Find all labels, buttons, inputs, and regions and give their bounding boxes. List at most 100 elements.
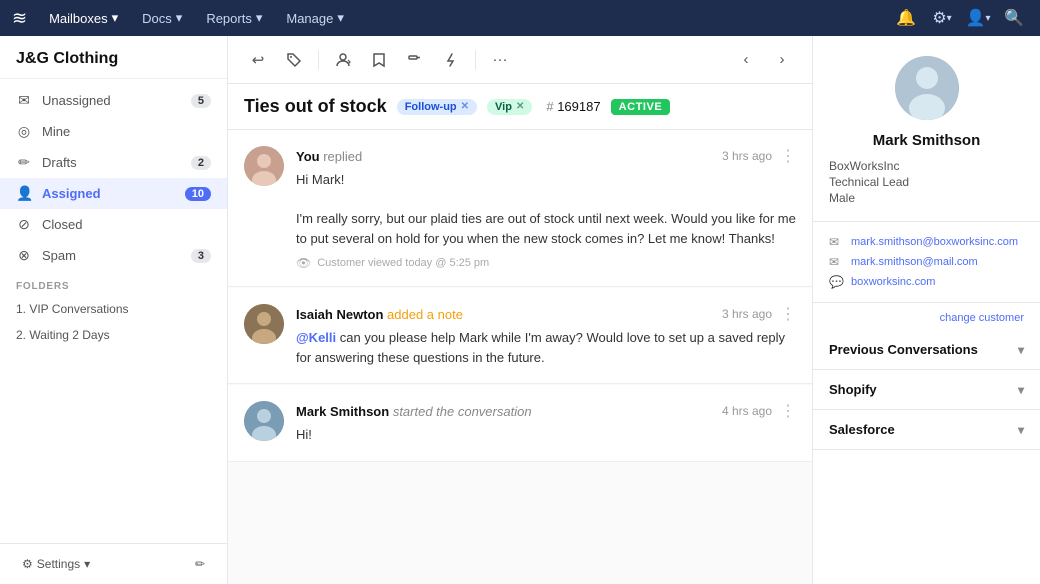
contact-chat-row: 💬 boxworksinc.com xyxy=(829,272,1024,292)
customer-card: Mark Smithson BoxWorksInc Technical Lead… xyxy=(813,36,1040,222)
more-button[interactable]: ··· xyxy=(484,44,516,76)
closed-icon: ⊘ xyxy=(16,216,32,233)
message-2-time: 3 hrs ago xyxy=(722,307,772,321)
sidebar-item-assigned[interactable]: 👤 Assigned 10 xyxy=(0,178,227,209)
sidebar-item-mine[interactable]: ◎ Mine xyxy=(0,116,227,147)
contact-email-2[interactable]: mark.smithson@mail.com xyxy=(851,256,978,268)
nav-reports-chevron: ▾ xyxy=(256,10,263,26)
sidebar-item-closed[interactable]: ⊘ Closed xyxy=(0,209,227,240)
right-panel: Mark Smithson BoxWorksInc Technical Lead… xyxy=(812,36,1040,584)
nav-mailboxes-chevron: ▾ xyxy=(112,10,119,26)
message-1-more-button[interactable]: ⋮ xyxy=(780,146,796,166)
customer-role-row: Technical Lead xyxy=(829,175,1024,189)
assigned-icon: 👤 xyxy=(16,185,32,202)
contact-email-2-row: ✉ mark.smithson@mail.com xyxy=(829,252,1024,272)
nav-mailboxes-label: Mailboxes xyxy=(49,11,108,26)
sidebar-label-mine: Mine xyxy=(42,124,211,139)
conversation-id-number: 169187 xyxy=(557,99,600,114)
main-content: ↩ ··· ‹ › Tie xyxy=(228,36,812,584)
conversation-header: Ties out of stock Follow-up ✕ Vip ✕ # 16… xyxy=(228,84,812,130)
tag-followup-close-icon[interactable]: ✕ xyxy=(461,101,469,112)
tag-vip-close-icon[interactable]: ✕ xyxy=(516,101,524,112)
next-conversation-button[interactable]: › xyxy=(766,44,798,76)
account-button[interactable]: 👤▾ xyxy=(964,4,992,32)
message-3-time-row: 4 hrs ago ⋮ xyxy=(722,401,796,421)
change-customer-link[interactable]: change customer xyxy=(940,312,1024,324)
customer-contact: ✉ mark.smithson@boxworksinc.com ✉ mark.s… xyxy=(813,222,1040,303)
message-1-time-row: 3 hrs ago ⋮ xyxy=(722,146,796,166)
action-button[interactable] xyxy=(435,44,467,76)
tag-followup[interactable]: Follow-up ✕ xyxy=(397,99,477,115)
app-logo[interactable]: ≋ xyxy=(12,8,27,29)
nav-docs[interactable]: Docs ▾ xyxy=(132,6,192,30)
message-3-more-button[interactable]: ⋮ xyxy=(780,401,796,421)
shopify-label: Shopify xyxy=(829,382,877,397)
customer-gender: Male xyxy=(829,191,855,205)
spam-badge: 3 xyxy=(191,249,211,263)
conversation-id: # 169187 xyxy=(546,99,600,114)
compose-icon: ✏ xyxy=(195,557,205,571)
app-body: J&G Clothing ✉ Unassigned 5 ◎ Mine ✏ Dra… xyxy=(0,36,1040,584)
sidebar-settings-button[interactable]: ⚙ Settings ▾ xyxy=(12,552,100,576)
sidebar-folder-waiting[interactable]: 2. Waiting 2 Days xyxy=(0,322,227,348)
search-button[interactable]: 🔍 xyxy=(1000,4,1028,32)
toolbar-separator-2 xyxy=(475,50,476,70)
salesforce-label: Salesforce xyxy=(829,422,895,437)
sidebar-nav: ✉ Unassigned 5 ◎ Mine ✏ Drafts 2 👤 Assig… xyxy=(0,79,227,543)
tag-vip[interactable]: Vip ✕ xyxy=(487,99,532,115)
status-button[interactable] xyxy=(363,44,395,76)
sidebar-label-drafts: Drafts xyxy=(42,155,181,170)
message-2-author-line: Isaiah Newton added a note xyxy=(296,307,463,322)
notifications-button[interactable]: 🔔 xyxy=(892,4,920,32)
sidebar: J&G Clothing ✉ Unassigned 5 ◎ Mine ✏ Dra… xyxy=(0,36,228,584)
sidebar-folder-vip[interactable]: 1. VIP Conversations xyxy=(0,296,227,322)
customer-name: Mark Smithson xyxy=(829,132,1024,149)
nav-mailboxes[interactable]: Mailboxes ▾ xyxy=(39,6,128,30)
spam-icon: ⊗ xyxy=(16,247,32,264)
mention-kelli: @Kelli xyxy=(296,330,336,345)
contact-email-1[interactable]: mark.smithson@boxworksinc.com xyxy=(851,236,1018,248)
accordion-shopify: Shopify ▾ xyxy=(813,370,1040,410)
label-button[interactable] xyxy=(399,44,431,76)
message-1: You replied 3 hrs ago ⋮ Hi Mark! I'm rea… xyxy=(228,130,812,287)
contact-chat[interactable]: boxworksinc.com xyxy=(851,276,935,288)
message-1-top: You replied 3 hrs ago ⋮ xyxy=(296,146,796,166)
shopify-header[interactable]: Shopify ▾ xyxy=(813,370,1040,409)
message-2-more-button[interactable]: ⋮ xyxy=(780,304,796,324)
message-3-action: started the conversation xyxy=(393,404,532,419)
folders-heading: FOLDERS xyxy=(0,271,227,296)
email-icon-2: ✉ xyxy=(829,255,843,269)
back-button[interactable]: ↩ xyxy=(242,44,274,76)
assign-button[interactable] xyxy=(327,44,359,76)
nav-manage-chevron: ▾ xyxy=(337,10,344,26)
sidebar-item-drafts[interactable]: ✏ Drafts 2 xyxy=(0,147,227,178)
sidebar-item-spam[interactable]: ⊗ Spam 3 xyxy=(0,240,227,271)
settings-button[interactable]: ⚙▾ xyxy=(928,4,956,32)
message-3-author: Mark Smithson xyxy=(296,404,389,419)
sidebar-company: J&G Clothing xyxy=(0,36,227,79)
change-customer-section: change customer xyxy=(813,303,1040,330)
message-1-time: 3 hrs ago xyxy=(722,149,772,163)
toolbar: ↩ ··· ‹ › xyxy=(228,36,812,84)
toolbar-nav: ‹ › xyxy=(730,44,798,76)
sidebar-item-unassigned[interactable]: ✉ Unassigned 5 xyxy=(0,85,227,116)
message-1-viewed-text: Customer viewed today @ 5:25 pm xyxy=(317,257,489,269)
chat-icon: 💬 xyxy=(829,275,843,289)
previous-conversations-header[interactable]: Previous Conversations ▾ xyxy=(813,330,1040,369)
nav-manage[interactable]: Manage ▾ xyxy=(276,6,354,30)
message-2-time-row: 3 hrs ago ⋮ xyxy=(722,304,796,324)
accordion-previous-conversations: Previous Conversations ▾ xyxy=(813,330,1040,370)
salesforce-header[interactable]: Salesforce ▾ xyxy=(813,410,1040,449)
avatar-you xyxy=(244,146,284,186)
sidebar-compose-button[interactable]: ✏ xyxy=(185,552,215,576)
sidebar-label-unassigned: Unassigned xyxy=(42,93,181,108)
drafts-icon: ✏ xyxy=(16,154,32,171)
prev-conversation-button[interactable]: ‹ xyxy=(730,44,762,76)
sidebar-bottom: ⚙ Settings ▾ ✏ xyxy=(0,543,227,584)
nav-reports-label: Reports xyxy=(206,11,252,26)
assigned-badge: 10 xyxy=(185,187,211,201)
tag-button[interactable] xyxy=(278,44,310,76)
nav-reports[interactable]: Reports ▾ xyxy=(196,6,272,30)
message-1-action: replied xyxy=(323,149,362,164)
accordion-salesforce: Salesforce ▾ xyxy=(813,410,1040,450)
